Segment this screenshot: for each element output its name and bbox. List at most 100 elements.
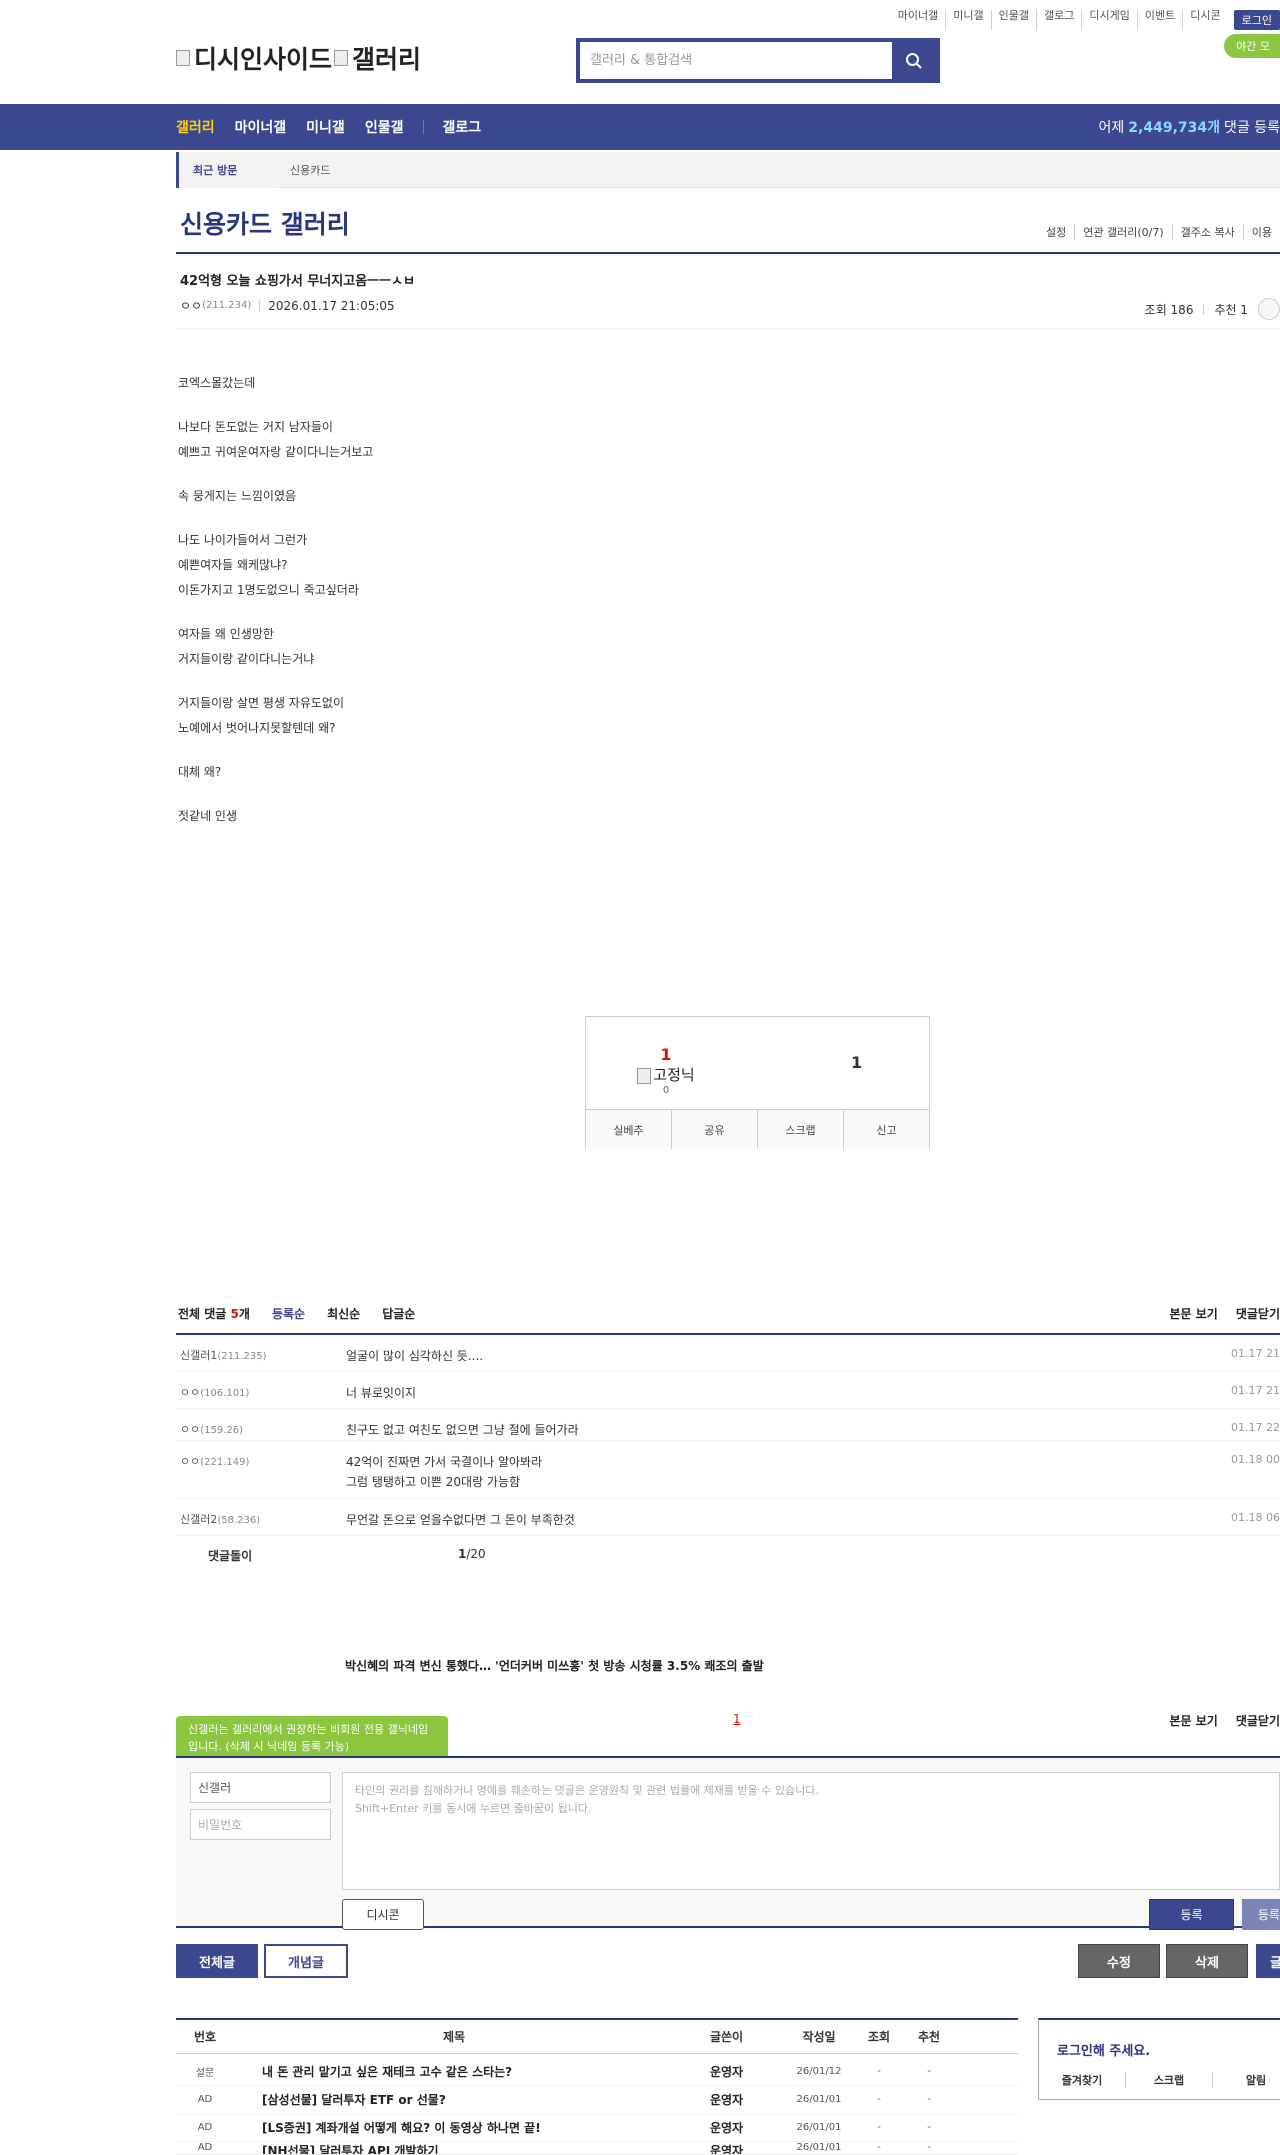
textarea-placeholder-2: Shift+Enter 키를 동시에 누르면 줄바꿈이 됩니다. (355, 1802, 592, 1815)
report-button[interactable]: 신고 (843, 1110, 929, 1149)
gallery-menu-related[interactable]: 연관 갤러리(0/7) (1074, 224, 1171, 240)
edit-button[interactable]: 수정 (1078, 1944, 1160, 1978)
share-circle-icon[interactable] (1258, 298, 1280, 320)
fixed-nick-text: 고정닉 (653, 1066, 695, 1084)
logo-sub-text: 갤러리 (352, 45, 422, 74)
nav-item-gallery[interactable]: 갤러리 (176, 117, 215, 137)
nav-item-person[interactable]: 인물갤 (365, 117, 404, 137)
comment-page-indicator[interactable]: 1/20 (458, 1547, 486, 1564)
post-head-divider (176, 328, 1280, 329)
dccon-button[interactable]: 디시콘 (342, 1899, 424, 1930)
recent-visits-label[interactable]: 최근 방문 (176, 152, 276, 188)
gallery-menu-settings[interactable]: 설정 (1038, 224, 1074, 240)
promo-link[interactable]: 박신혜의 파격 변신 통했다… '언더커버 미쓰홍' 첫 방송 시청률 3.5%… (345, 1657, 764, 1674)
list-row[interactable]: AD [삼성선물] 달러투자 ETF or 선물? 운영자 26/01/01 -… (176, 2086, 1018, 2114)
post-body-line: 여자들 왜 인생망한 (178, 627, 274, 641)
close-comments-link-2[interactable]: 댓글닫기 (1236, 1712, 1280, 1729)
top-link-person[interactable]: 인물갤 (990, 10, 1036, 30)
recommend-up-count: 1 (660, 1045, 672, 1064)
gallery-title[interactable]: 신용카드 갤러리 (180, 205, 350, 241)
scrap-button[interactable]: 스크랩 (757, 1110, 843, 1149)
sort-registered[interactable]: 등록순 (272, 1305, 305, 1322)
search-button[interactable] (892, 42, 936, 79)
top-link-game[interactable]: 디시게임 (1081, 10, 1136, 30)
recent-visit-item[interactable]: 신용카드 (290, 152, 330, 188)
scrap-link[interactable]: 스크랩 (1125, 2072, 1212, 2088)
sort-latest[interactable]: 최신순 (327, 1305, 360, 1322)
site-logo[interactable]: 디시인사이드 갤러리 (176, 40, 421, 76)
top-link-minor[interactable]: 마이너갤 (891, 10, 945, 30)
comment-textarea[interactable]: 타인의 권리를 침해하거나 명예를 훼손하는 댓글은 운영원칙 및 관련 법률에… (342, 1772, 1280, 1890)
comment-nick-name: 신갤러1 (180, 1349, 218, 1362)
post-body-line: 거지들이랑 같이다니는거냐 (178, 652, 315, 666)
comment-nick-ip: (221.149) (200, 1457, 250, 1468)
view-post-link-2[interactable]: 본문 보기 (1169, 1712, 1217, 1729)
list-cell-title[interactable]: 내 돈 관리 맡기고 싶은 재테크 고수 같은 스타는? (234, 2063, 674, 2080)
view-post-link[interactable]: 본문 보기 (1169, 1305, 1217, 1322)
notifications-link[interactable]: 알림 (1212, 2072, 1280, 2088)
comment-row: ㅇㅇ(106.101) 너 뷰로잇이지 01.17 21 (176, 1372, 1280, 1409)
sort-replies[interactable]: 답글순 (382, 1305, 415, 1322)
favorites-link[interactable]: 즐겨찾기 (1039, 2072, 1125, 2088)
submit-comment-button-2[interactable]: 등록 (1242, 1899, 1280, 1930)
night-mode-toggle[interactable]: 야간 모 (1224, 34, 1280, 58)
login-prompt[interactable]: 로그인해 주세요. (1057, 2040, 1150, 2059)
list-cell-writer: 운영자 (709, 2093, 744, 2107)
nav-item-minor[interactable]: 마이너갤 (235, 117, 287, 137)
close-comments-link[interactable]: 댓글닫기 (1236, 1305, 1280, 1322)
comment-nick-ip: (58.236) (217, 1515, 261, 1526)
list-cell-recommend: - (927, 2066, 931, 2077)
list-cell-date: 26/01/01 (796, 2094, 842, 2105)
gallery-menu-usage[interactable]: 이용 (1242, 224, 1280, 240)
comment-text-line: 그럼 탱탱하고 이쁜 20대랑 가능함 (346, 1475, 521, 1489)
comments-header: 전체 댓글 5개 등록순 최신순 답글순 (178, 1305, 415, 1322)
best-recommend-button[interactable]: 실베추 (586, 1110, 671, 1149)
stats-suffix: 댓글 등록 (1224, 120, 1280, 136)
password-field[interactable]: 비밀번호 (190, 1809, 331, 1840)
post-body-line (178, 396, 1078, 415)
post-body-line (178, 741, 1078, 760)
comment-nick[interactable]: ㅇㅇ(221.149) (180, 1453, 249, 1469)
share-button[interactable]: 공유 (671, 1110, 757, 1149)
nav-item-mini[interactable]: 미니갤 (306, 117, 345, 137)
main-nav: 갤러리 마이너갤 미니갤 인물갤 갤로그 어제 2,449,734개 댓글 등록 (0, 104, 1280, 150)
top-link-mini[interactable]: 미니갤 (945, 10, 990, 30)
login-button[interactable]: 로그인 (1233, 10, 1280, 30)
gallery-menu-copy-url[interactable]: 갤주소 복사 (1171, 224, 1243, 240)
top-link-event[interactable]: 이벤트 (1136, 10, 1182, 30)
post-author[interactable]: ㅇㅇ (180, 297, 202, 314)
post-body-line: 대체 왜? (178, 765, 222, 779)
list-row[interactable]: AD [NH선물] 달러투자 API 개발하기 운영자 26/01/01 - - (176, 2142, 1018, 2155)
list-header-recommend: 추천 (917, 2030, 941, 2044)
list-cell-views: - (877, 2122, 881, 2133)
comment-row: 신갤러2(58.236) 무언갈 돈으로 얻을수없다면 그 돈이 부족한것 01… (176, 1499, 1280, 1536)
search-box (576, 38, 940, 83)
write-button[interactable]: 글 (1256, 1944, 1280, 1978)
comment-nick[interactable]: 신갤러2(58.236) (180, 1511, 260, 1527)
list-row[interactable]: 설문 내 돈 관리 맡기고 싶은 재테크 고수 같은 스타는? 운영자 26/0… (176, 2058, 1018, 2086)
comment-page-total: /20 (466, 1547, 486, 1561)
nav-item-gallog[interactable]: 갤로그 (442, 117, 481, 137)
comment-page-link[interactable]: 1 (733, 1712, 741, 1726)
recommend-up[interactable]: 1 고정닉 0 (626, 1045, 706, 1096)
comment-nick[interactable]: 신갤러1(211.235) (180, 1347, 267, 1363)
nickname-field[interactable]: 신갤러 (190, 1772, 331, 1803)
comment-text: 얼굴이 많이 심각하신 듯.... (346, 1346, 483, 1366)
top-link-gallog[interactable]: 갤로그 (1036, 10, 1081, 30)
delete-button[interactable]: 삭제 (1166, 1944, 1248, 1978)
concept-posts-button[interactable]: 개념글 (264, 1944, 348, 1978)
top-link-dccon[interactable]: 디시콘 (1182, 10, 1227, 30)
comment-nick[interactable]: ㅇㅇ(159.26) (180, 1421, 243, 1437)
all-posts-button[interactable]: 전체글 (176, 1944, 258, 1978)
comment-nick-ip: (211.235) (217, 1351, 267, 1362)
list-cell-title[interactable]: [NH선물] 달러투자 API 개발하기 (234, 2142, 674, 2154)
list-cell-title[interactable]: [삼성선물] 달러투자 ETF or 선물? (234, 2091, 674, 2108)
list-cell-title[interactable]: [LS증권] 계좌개설 어떻게 해요? 이 동영상 하나면 끝! (234, 2119, 674, 2136)
submit-comment-button[interactable]: 등록 (1149, 1899, 1234, 1930)
fixed-nick-label: 고정닉 (626, 1064, 706, 1085)
comment-text: 너 뷰로잇이지 (346, 1383, 416, 1403)
list-row[interactable]: AD [LS증권] 계좌개설 어떻게 해요? 이 동영상 하나면 끝! 운영자 … (176, 2114, 1018, 2142)
search-input[interactable] (580, 42, 892, 79)
recommend-down-count[interactable]: 1 (851, 1053, 862, 1072)
comment-nick[interactable]: ㅇㅇ(106.101) (180, 1384, 249, 1400)
